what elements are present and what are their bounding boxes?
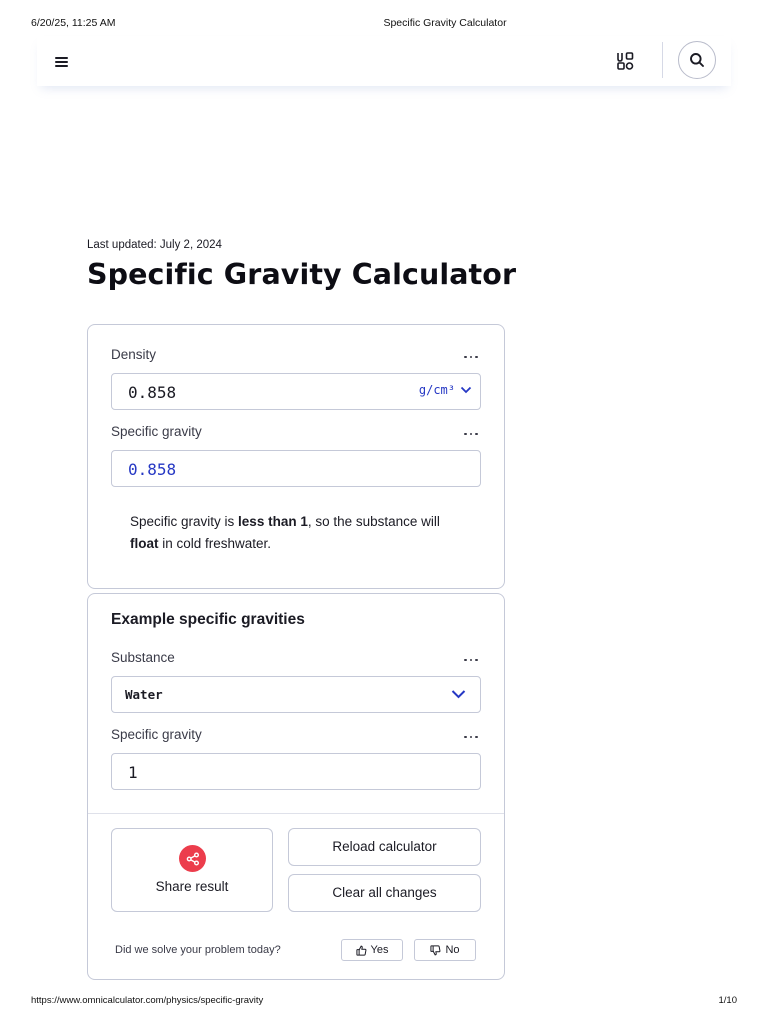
substance-options-icon[interactable] (464, 657, 478, 663)
examples-title: Example specific gravities (111, 611, 305, 628)
examples-card: Example specific gravities Substance Wat… (87, 593, 505, 980)
thumbs-down-icon (430, 944, 441, 955)
last-updated: Last updated: July 2, 2024 (87, 239, 222, 251)
feedback-no-label: No (445, 944, 460, 956)
print-header: 6/20/25, 11:25 AM Specific Gravity Calcu… (0, 17, 768, 31)
feedback-question: Did we solve your problem today? (115, 944, 281, 956)
result-explanation: Specific gravity is less than 1, so the … (130, 511, 470, 555)
chevron-down-icon (460, 386, 472, 394)
result-emphasis-2: float (130, 536, 159, 551)
print-footer: https://www.omnicalculator.com/physics/s… (0, 995, 768, 1009)
print-page-number: 1/10 (718, 995, 738, 1006)
thumbs-up-icon (355, 945, 366, 956)
substance-label: Substance (111, 650, 175, 665)
result-emphasis-1: less than 1 (238, 514, 308, 529)
share-icon (186, 852, 199, 865)
substance-value: Water (125, 687, 163, 702)
result-text-1: Specific gravity is (130, 514, 239, 529)
feedback-yes-button[interactable]: Yes (341, 939, 403, 961)
feedback-yes-label: Yes (370, 944, 389, 956)
specific-gravity-input[interactable]: 0.858 (111, 450, 481, 487)
example-specific-gravity-value: 1 (128, 763, 138, 782)
top-navbar (37, 36, 731, 86)
search-button[interactable] (678, 41, 716, 79)
example-specific-gravity-label: Specific gravity (111, 727, 202, 742)
feedback-no-button[interactable]: No (414, 939, 476, 961)
last-updated-date: July 2, 2024 (159, 239, 222, 251)
reload-calculator-button[interactable]: Reload calculator (288, 828, 481, 866)
specific-gravity-label: Specific gravity (111, 424, 202, 439)
example-specific-gravity-options-icon[interactable] (464, 734, 478, 740)
share-result-label: Share result (155, 879, 229, 894)
last-updated-label: Last updated: (87, 239, 157, 251)
clear-all-changes-button[interactable]: Clear all changes (288, 874, 481, 912)
example-specific-gravity-input[interactable]: 1 (111, 753, 481, 790)
density-value: 0.858 (128, 383, 177, 402)
density-unit-label: g/cm³ (418, 383, 455, 397)
density-unit-select[interactable]: g/cm³ (419, 383, 472, 397)
card-divider (88, 813, 504, 814)
print-url: https://www.omnicalculator.com/physics/s… (31, 995, 264, 1006)
density-input[interactable]: 0.858 g/cm³ (111, 373, 481, 410)
result-text-2: , so the substance will (307, 514, 440, 529)
hamburger-menu-icon[interactable] (53, 53, 71, 69)
calculator-card: Density 0.858 g/cm³ Specific gravity 0.8… (87, 324, 505, 589)
page-title: Specific Gravity Calculator (87, 258, 517, 291)
share-icon-circle (179, 845, 206, 872)
density-label: Density (111, 347, 157, 362)
specific-gravity-value: 0.858 (128, 460, 177, 479)
navbar-divider (662, 42, 663, 78)
share-result-button[interactable]: Share result (111, 828, 273, 912)
search-icon (690, 53, 704, 67)
chevron-down-icon (451, 690, 466, 699)
grid-categories-icon[interactable] (615, 50, 637, 72)
density-options-icon[interactable] (464, 354, 478, 360)
result-text-3: in cold freshwater. (158, 536, 272, 551)
specific-gravity-options-icon[interactable] (464, 431, 478, 437)
print-title: Specific Gravity Calculator (383, 17, 507, 29)
substance-select[interactable]: Water (111, 676, 481, 713)
